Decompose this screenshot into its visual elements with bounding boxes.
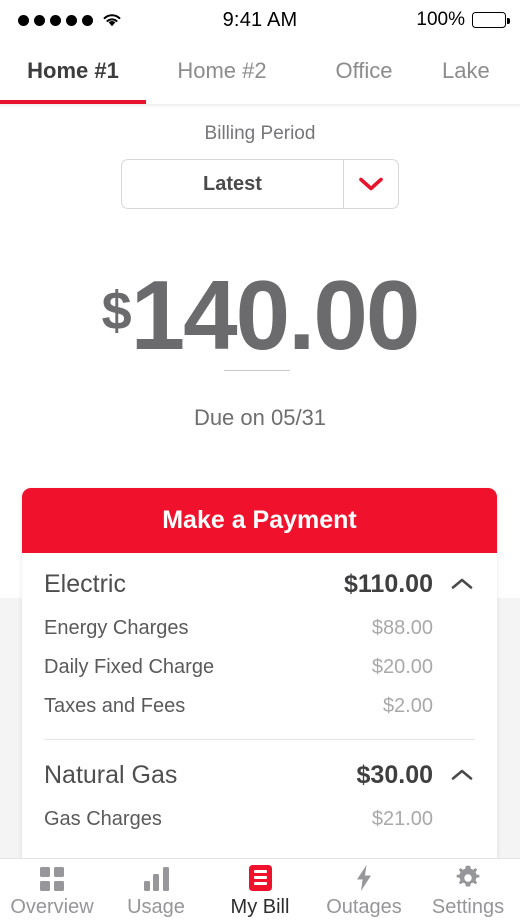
tab-office[interactable]: Office	[298, 58, 430, 84]
line-item-amount: $21.00	[371, 808, 433, 831]
billing-period-select[interactable]: Latest	[121, 159, 399, 209]
line-item-amount: $2.00	[382, 695, 433, 717]
lightning-bolt-icon	[355, 864, 373, 891]
battery-full-icon	[472, 12, 510, 28]
nav-item-outages[interactable]: Outages	[312, 864, 416, 919]
amount-due-value: 140.00	[130, 260, 421, 370]
tab-bar-shadow	[0, 103, 520, 108]
account-tab-bar[interactable]: Home #1 Home #2 Office Lake	[0, 40, 520, 102]
line-item-name: Energy Charges	[44, 617, 189, 639]
section-header-natural-gas[interactable]: Natural Gas $30.00	[44, 744, 475, 800]
app-screen: 9:41 AM 100% Home #1 Home #2 Office Lake…	[0, 0, 520, 924]
nav-label-overview: Overview	[10, 895, 94, 918]
battery-percent-label: 100%	[416, 9, 465, 30]
bar-chart-icon	[143, 865, 169, 891]
status-bar: 9:41 AM 100%	[0, 0, 520, 40]
line-item-amount: $20.00	[371, 656, 433, 678]
amount-due-display: $ 140.00	[0, 266, 520, 364]
line-item-name: Daily Fixed Charge	[44, 656, 215, 678]
bill-section-electric: Electric $110.00 Energy Charges $88.00 D…	[22, 553, 497, 741]
grid-icon	[40, 865, 64, 891]
nav-item-overview[interactable]: Overview	[0, 865, 104, 919]
nav-item-settings[interactable]: Settings	[416, 865, 520, 919]
tab-home-1[interactable]: Home #1	[0, 58, 146, 84]
bill-document-icon	[248, 864, 272, 891]
bill-section-natural-gas: Natural Gas $30.00 Gas Charges $21.00	[22, 744, 497, 839]
tab-lake[interactable]: Lake	[430, 58, 520, 84]
section-amount-natural-gas: $30.00	[356, 760, 433, 789]
line-item: Daily Fixed Charge $20.00	[44, 648, 475, 687]
tab-home-2[interactable]: Home #2	[146, 58, 298, 84]
status-bar-right: 100%	[416, 9, 510, 31]
nav-label-usage: Usage	[127, 895, 185, 918]
billing-period-value: Latest	[203, 172, 262, 195]
billing-period-label: Billing Period	[204, 123, 316, 144]
line-item-name: Taxes and Fees	[44, 695, 186, 717]
gear-icon	[455, 865, 481, 891]
nav-item-my-bill[interactable]: My Bill	[208, 864, 312, 919]
line-item: Taxes and Fees $2.00	[44, 687, 475, 726]
line-item: Energy Charges $88.00	[44, 609, 475, 648]
due-date-label: Due on 05/31	[193, 405, 327, 430]
line-item-name: Gas Charges	[44, 808, 162, 831]
make-a-payment-button[interactable]: Make a Payment	[22, 488, 497, 553]
nav-item-usage[interactable]: Usage	[104, 865, 208, 919]
bottom-navigation-bar[interactable]: Overview Usage My Bill Outages Settings	[0, 858, 520, 924]
nav-label-outages: Outages	[326, 895, 402, 918]
chevron-down-icon[interactable]	[343, 160, 398, 208]
line-item-amount: $88.00	[371, 617, 433, 639]
section-name-natural-gas: Natural Gas	[44, 760, 178, 789]
section-divider	[44, 739, 475, 741]
section-header-electric[interactable]: Electric $110.00	[44, 553, 475, 609]
line-item: Gas Charges $21.00	[44, 800, 475, 839]
section-name-electric: Electric	[44, 569, 126, 598]
chevron-up-icon[interactable]	[449, 768, 475, 782]
nav-label-settings: Settings	[431, 895, 505, 918]
chevron-up-icon[interactable]	[449, 577, 475, 591]
amount-currency-symbol: $	[101, 281, 132, 341]
amount-underline-rule	[224, 370, 290, 372]
section-amount-electric: $110.00	[344, 569, 433, 598]
bill-summary-card: Make a Payment Electric $110.00 Energy C…	[22, 488, 497, 858]
nav-label-my-bill: My Bill	[230, 895, 290, 918]
